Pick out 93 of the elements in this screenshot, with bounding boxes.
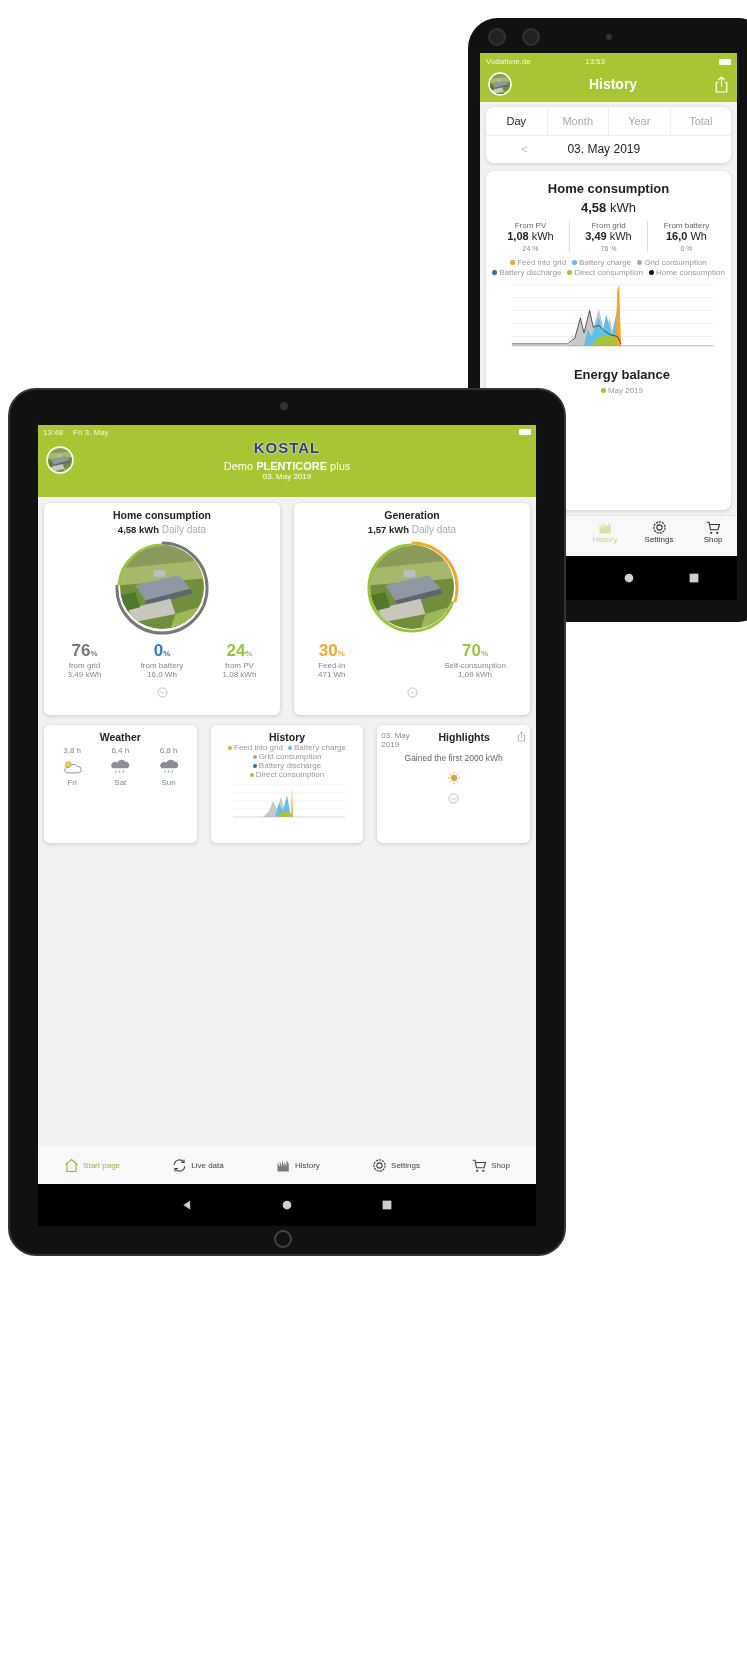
tab-bar-item[interactable]: Shop [472,1157,510,1173]
date-label: 03. May 2019 [567,142,641,156]
legend-label: May 2019 [607,386,643,395]
stat-value: 1,08 kWh [222,670,257,679]
card-title: Highlights [438,731,490,743]
tab-bar-item[interactable]: Live data [172,1157,224,1173]
source-value: 1,08 kWh [507,230,554,242]
source-label: From battery [663,221,710,230]
source-value: 16,0 Wh [666,230,707,242]
cart-icon [472,1157,488,1173]
stat-label: Feed-in [318,661,346,670]
card-title: Home consumption [547,181,670,196]
day-label: Sun [161,778,176,787]
battery-icon [519,429,531,435]
sunshine-hours: 6,8 h [159,746,178,755]
highlight-date: 03. May 2019 [381,731,411,749]
tab-bar-item[interactable]: Settings [641,516,677,556]
period-tab[interactable]: Day [486,107,548,135]
sun-icon [446,771,461,785]
recent-apps-icon[interactable] [382,1200,392,1210]
legend-label: Direct consumption [255,770,325,779]
plant-title: Demo PLENTICORE plus [223,460,351,472]
tab-bar-item[interactable]: Settings [372,1157,420,1173]
summary-card[interactable]: Home consumption 4,58 kWh Daily data 76% from grid 3,49 kWh 0% from battery 16,0 Wh 24% from PV 1,08 kWh [44,503,280,715]
legend-label: Battery charge [579,258,632,267]
sunshine-hours: 6,4 h [111,746,130,755]
percent-value: 30% [318,641,345,661]
day-label: Sat [114,778,127,787]
history-card[interactable]: History Feed into grid Battery charge Grid consumption Battery discharge Direct consumption [210,725,364,843]
camera-icon [280,402,288,410]
camera-icon [488,28,506,46]
rain-cloud-icon [157,758,180,775]
percent-value: 76% [71,641,98,661]
day-label: Fri [67,778,77,787]
home-icon[interactable] [282,1200,292,1210]
partly-cloudy-icon [61,758,84,775]
stat-value: 16,0 Wh [147,670,177,679]
stat-label: from grid [68,661,101,670]
logo: KOSTAL [253,439,321,456]
percent-value: 70% [462,641,489,661]
legend-label: Battery charge [293,743,346,752]
legend-label: Direct consumption [574,268,643,277]
source-label: From PV [514,221,547,230]
legend-label: Home consumption [655,268,725,277]
stat-value: 1,09 kWh [458,670,492,679]
camera-icon [522,28,540,46]
status-time: 13:48 [43,427,64,437]
refresh-icon [172,1157,188,1173]
legend-label: Feed into grid [234,743,283,752]
battery-icon [719,58,731,65]
section-title: Energy balance [573,367,670,382]
sunshine-hours: 3,8 h [63,746,81,755]
weather-card[interactable]: Weather 3,8 h Fri 6,4 h Sat 6,8 h Sun [44,725,197,843]
daily-value: 1,57 kWh Daily data [367,524,457,535]
card-title: History [268,731,306,743]
summary-card[interactable]: Generation 1,57 kWh Daily data 30% Feed-in 471 Wh 70% Self-consumption 1,09 kWh [294,503,530,715]
card-title: Weather [99,731,141,743]
legend-label: Battery discharge [258,761,322,770]
highlight-text: Gained the first 2000 kWh [404,753,503,763]
stat-value: 471 Wh [318,670,346,679]
legend-label: Grid consumption [644,258,707,267]
rain-cloud-icon [109,758,132,775]
legend-label: Battery discharge [499,268,562,277]
legend-label: Feed into grid [517,258,567,267]
sensor-icon [606,34,612,40]
feed-in-area [615,284,621,346]
source-value: 3,49 kWh [585,230,632,242]
house-icon [64,1157,80,1173]
stat-label: from battery [140,661,184,670]
stat-label: from PV [225,661,254,670]
stat-label: Self-consumption [444,661,506,670]
total-value: 4,58 kWh [581,200,636,215]
stat-value: 3,49 kWh [67,670,102,679]
cart-icon [705,520,721,535]
home-icon[interactable] [624,573,634,583]
status-date: Fri 3. May [73,427,109,437]
settings-icon [651,520,667,535]
card-title: Generation [384,509,440,521]
settings-icon [372,1157,388,1173]
back-icon[interactable] [182,1200,192,1210]
screen-title: History [587,76,639,92]
percent-value: 0% [153,641,171,661]
card-title: Home consumption [113,509,211,521]
legend-label: Grid consumption [258,752,322,761]
percent-value: 24% [226,641,253,661]
daily-value: 4,58 kWh Daily data [117,524,207,535]
status-time: 13:53 [584,57,605,66]
tab-bar-item[interactable]: History [275,1157,320,1173]
source-label: From grid [591,221,626,230]
tab-bar-item[interactable]: Shop [695,516,731,556]
carrier-label: Vodafone.de [486,57,531,66]
recent-apps-icon[interactable] [689,573,699,583]
date-label: 03. May 2019 [262,472,312,481]
